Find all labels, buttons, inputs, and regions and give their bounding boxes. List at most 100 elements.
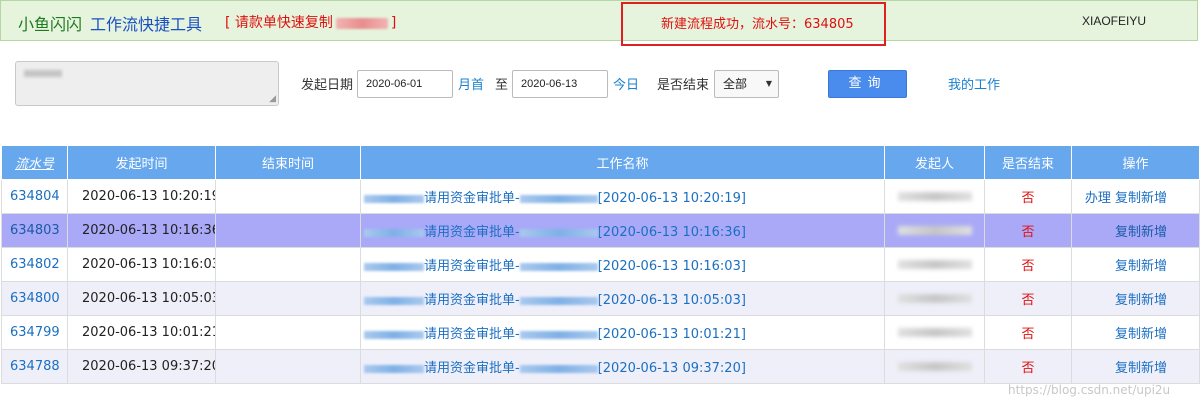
- work-name-link[interactable]: 请用资金审批单- [2020-06-13 10:01:21]: [360, 315, 885, 350]
- col-header-start-time: 发起时间: [67, 145, 216, 180]
- initiator-cell: [884, 281, 985, 316]
- actions-cell: 办理 复制新增: [1071, 179, 1200, 214]
- redacted-text: [519, 228, 598, 237]
- start-date-input[interactable]: 2020-06-01: [357, 70, 453, 98]
- actions-cell: 复制新增: [1071, 247, 1200, 282]
- serial-number-link[interactable]: 634799: [1, 315, 68, 350]
- table-row[interactable]: 634788 2020-06-13 09:37:20 请用资金审批单- [2020…: [1, 349, 1200, 384]
- work-name-link[interactable]: 请用资金审批单- [2020-06-13 09:37:20]: [360, 349, 885, 384]
- redacted-text: [364, 262, 424, 271]
- search-textarea[interactable]: ◢: [15, 61, 279, 106]
- initiator-cell: [884, 179, 985, 214]
- work-name-text: 请用资金审批单-: [424, 327, 520, 342]
- ended-status-cell: 否: [984, 179, 1072, 214]
- end-time-cell: [215, 281, 361, 316]
- handle-link[interactable]: 办理: [1085, 191, 1111, 206]
- start-time-cell: 2020-06-13 10:05:03: [67, 281, 216, 316]
- col-header-serial[interactable]: 流水号: [1, 145, 68, 180]
- serial-number-link[interactable]: 634804: [1, 179, 68, 214]
- query-button[interactable]: 查询: [828, 70, 907, 98]
- serial-number-link[interactable]: 634788: [1, 349, 68, 384]
- start-time-cell: 2020-06-13 10:20:19: [67, 179, 216, 214]
- redacted-text: [897, 294, 972, 303]
- table-row[interactable]: 634804 2020-06-13 10:20:19 请用资金审批单- [2020…: [1, 179, 1200, 214]
- ended-filter-value: 全部: [723, 77, 748, 91]
- to-label: 至: [495, 78, 509, 93]
- redacted-text: [897, 328, 972, 337]
- ended-status-cell: 否: [984, 213, 1072, 248]
- initiator-cell: [884, 315, 985, 350]
- start-date-label: 发起日期: [301, 78, 354, 93]
- redacted-text: [897, 226, 972, 235]
- redacted-text: [519, 262, 598, 271]
- quick-copy-link[interactable]: [ 请款单快速复制]: [225, 12, 396, 32]
- col-header-actions: 操作: [1071, 145, 1200, 180]
- copy-new-link[interactable]: 复制新增: [1115, 293, 1167, 308]
- work-name-link[interactable]: 请用资金审批单- [2020-06-13 10:20:19]: [360, 179, 885, 214]
- work-name-text: 请用资金审批单-: [424, 191, 520, 206]
- quick-copy-prefix: [ 请款单快速复制: [225, 15, 333, 31]
- work-name-timestamp: [2020-06-13 09:37:20]: [597, 361, 746, 376]
- serial-number-link[interactable]: 634803: [1, 213, 68, 248]
- redacted-text: [335, 17, 388, 29]
- table-header-row: 流水号 发起时间 结束时间 工作名称 发起人 是否结束 操作: [1, 145, 1200, 180]
- my-work-link[interactable]: 我的工作: [948, 74, 1000, 93]
- copy-new-link[interactable]: 复制新增: [1115, 361, 1167, 376]
- copy-new-link[interactable]: 复制新增: [1115, 327, 1167, 342]
- redacted-text: [519, 330, 598, 339]
- brand-name: 小鱼闪闪: [18, 15, 83, 34]
- redacted-text: [364, 330, 424, 339]
- redacted-text: [364, 364, 424, 373]
- work-name-timestamp: [2020-06-13 10:16:36]: [597, 225, 746, 240]
- work-name-link[interactable]: 请用资金审批单- [2020-06-13 10:16:36]: [360, 213, 885, 248]
- start-time-cell: 2020-06-13 10:16:03: [67, 247, 216, 282]
- copy-new-link[interactable]: 复制新增: [1115, 191, 1167, 206]
- start-time-cell: 2020-06-13 10:16:36: [67, 213, 216, 248]
- table-row[interactable]: 634799 2020-06-13 10:01:21 请用资金审批单- [2020…: [1, 315, 1200, 350]
- ended-filter-select[interactable]: 全部 ▼: [714, 70, 779, 98]
- col-header-initiator: 发起人: [884, 145, 985, 180]
- start-time-cell: 2020-06-13 09:37:20: [67, 349, 216, 384]
- tool-title: 工作流快捷工具: [90, 15, 203, 34]
- copy-new-link[interactable]: 复制新增: [1115, 225, 1167, 240]
- end-date-input[interactable]: 2020-06-13: [512, 70, 608, 98]
- end-time-cell: [215, 179, 361, 214]
- work-name-link[interactable]: 请用资金审批单- [2020-06-13 10:05:03]: [360, 281, 885, 316]
- month-start-link[interactable]: 月首: [458, 74, 484, 93]
- redacted-text: [519, 364, 598, 373]
- serial-number-link[interactable]: 634800: [1, 281, 68, 316]
- work-name-timestamp: [2020-06-13 10:16:03]: [597, 259, 746, 274]
- current-user: XIAOFEIYU: [1082, 14, 1147, 28]
- ended-status-cell: 否: [984, 315, 1072, 350]
- success-message: 新建流程成功，流水号：634805: [661, 17, 854, 32]
- actions-cell: 复制新增: [1071, 349, 1200, 384]
- actions-cell: 复制新增: [1071, 213, 1200, 248]
- ended-status-cell: 否: [984, 281, 1072, 316]
- ended-filter-label: 是否结束: [657, 78, 710, 93]
- work-name-text: 请用资金审批单-: [424, 361, 520, 376]
- end-time-cell: [215, 247, 361, 282]
- table-row[interactable]: 634803 2020-06-13 10:16:36 请用资金审批单- [2020…: [1, 213, 1200, 248]
- table-row[interactable]: 634802 2020-06-13 10:16:03 请用资金审批单- [2020…: [1, 247, 1200, 282]
- initiator-cell: [884, 247, 985, 282]
- initiator-cell: [884, 349, 985, 384]
- redacted-text: [364, 228, 424, 237]
- work-name-link[interactable]: 请用资金审批单- [2020-06-13 10:16:03]: [360, 247, 885, 282]
- copy-new-link[interactable]: 复制新增: [1115, 259, 1167, 274]
- end-time-cell: [215, 349, 361, 384]
- table-row[interactable]: 634800 2020-06-13 10:05:03 请用资金审批单- [2020…: [1, 281, 1200, 316]
- work-name-timestamp: [2020-06-13 10:20:19]: [597, 191, 746, 206]
- redacted-text: [897, 362, 972, 371]
- redacted-text: [519, 194, 598, 203]
- serial-number-link[interactable]: 634802: [1, 247, 68, 282]
- redacted-text: [364, 194, 424, 203]
- work-name-timestamp: [2020-06-13 10:05:03]: [597, 293, 746, 308]
- initiator-cell: [884, 213, 985, 248]
- redacted-text: [519, 296, 598, 305]
- ended-status-cell: 否: [984, 247, 1072, 282]
- today-link[interactable]: 今日: [613, 74, 639, 93]
- end-time-cell: [215, 315, 361, 350]
- work-name-text: 请用资金审批单-: [424, 259, 520, 274]
- work-name-timestamp: [2020-06-13 10:01:21]: [597, 327, 746, 342]
- resize-grip-icon[interactable]: ◢: [269, 95, 276, 104]
